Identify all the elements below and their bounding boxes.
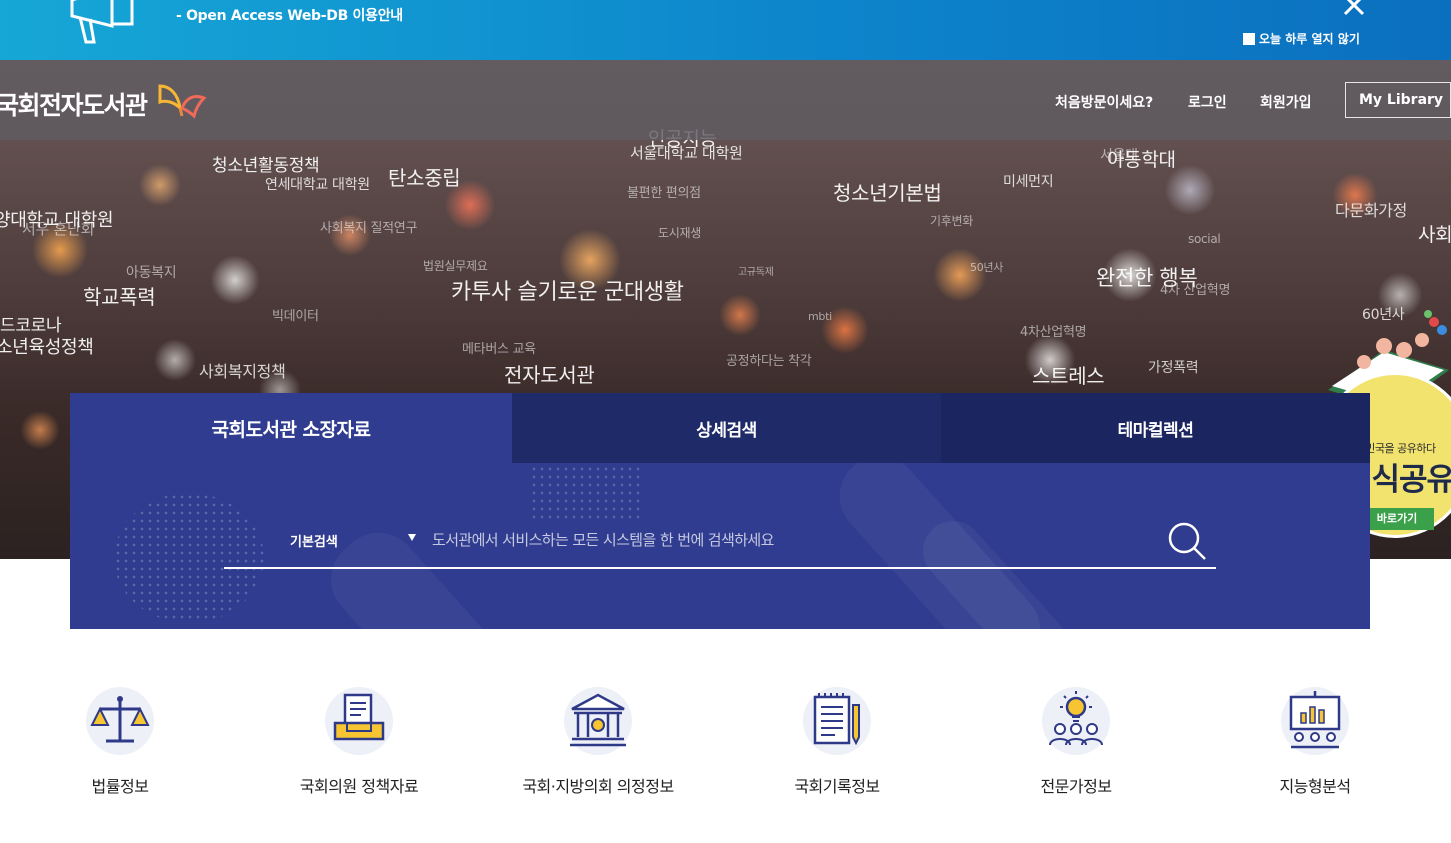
keyword[interactable]: 사회복지 질적연구 [320,217,417,236]
scales-icon [86,687,154,755]
lightbulb-people-icon [1042,687,1110,755]
keyword[interactable]: 다문화가정 [1335,197,1407,221]
keyword[interactable]: 청소년활동정책 [212,151,320,176]
no-more-today-label: 오늘 하루 열지 않기 [1259,32,1360,46]
quick-item-label: 국회기록정보 [794,777,880,796]
presentation-chart-icon [1281,687,1349,755]
keyword[interactable]: 공정하다는 착각 [726,350,812,369]
chevron-down-icon[interactable] [408,534,416,541]
keyword[interactable]: 아동복지 [126,262,177,282]
keyword[interactable]: 스트레스 [1032,360,1105,389]
keyword[interactable]: 빅데이터 [272,305,319,324]
keyword[interactable]: 도시재생 [658,224,701,241]
document-tray-icon [325,687,393,755]
first-visit-link[interactable]: 처음방문이세요? [1055,92,1153,112]
login-link[interactable]: 로그인 [1188,92,1227,112]
keyword[interactable]: 소년육성정책 [0,333,94,359]
search-input[interactable] [430,523,1150,557]
decorative-dots [530,465,640,521]
keyword[interactable]: 법원실무제요 [423,257,488,274]
keyword[interactable]: 탄소중립 [388,162,461,191]
checkbox-icon[interactable] [1243,32,1255,45]
keyword[interactable]: 전자도서관 [504,359,595,388]
quick-item-label: 법률정보 [91,777,149,796]
keyword[interactable]: 불편한 편의점 [627,182,701,201]
keyword[interactable]: mbti [808,310,832,323]
quick-item-label: 국회·지방의회 의정정보 [522,777,674,796]
keyword[interactable]: 카투사 슬기로운 군대생활 [451,274,684,306]
search-tabs: 국회도서관 소장자료 상세검색 테마컬렉션 [70,393,1370,463]
search-type-select[interactable]: 기본검색 [290,531,338,550]
keyword[interactable]: 서울대학교 대학원 [630,142,743,163]
no-more-today-checkbox[interactable]: 오늘 하루 열지 않기 [1243,30,1360,47]
search-panel: 국회도서관 소장자료 상세검색 테마컬렉션 기본검색 [70,393,1370,629]
quick-item-label: 국회의원 정책자료 [299,777,419,796]
keyword[interactable]: 메타버스 교육 [462,338,536,357]
badge-go-button[interactable]: 바로가기 [1360,508,1434,530]
megaphone-icon [70,0,134,44]
keyword[interactable]: 학교폭력 [83,281,156,310]
keyword[interactable]: 4차산업혁명 [1020,321,1087,340]
book-logo-icon[interactable] [156,82,208,120]
notice-banner: - Open Access Web-DB 이용안내 오늘 하루 열지 않기 [0,0,1451,60]
keyword[interactable]: 미세먼지 [1003,171,1054,191]
keyword[interactable]: 서우 혼난회 [22,218,94,239]
keyword[interactable]: 사회복지정책 [199,358,286,382]
keyword[interactable]: 청소년기본법 [833,177,942,206]
signup-link[interactable]: 회원가입 [1260,92,1312,112]
quick-item-label: 지능형분석 [1279,777,1351,796]
search-underline [224,567,1216,569]
decorative-dots [114,493,264,623]
keyword[interactable]: 기후변화 [930,212,973,229]
notice-text[interactable]: - Open Access Web-DB 이용안내 [176,5,403,25]
keyword[interactable]: 50년사 [970,259,1003,275]
keyword[interactable]: social [1188,232,1221,246]
keyword[interactable]: 4차 산업혁명 [1160,279,1230,298]
keyword[interactable]: 사회 [1418,220,1451,247]
keyword[interactable]: 고규독제 [738,263,774,278]
keyword[interactable]: 연세대학교 대학원 [265,174,370,194]
tab-theme-collection[interactable]: 테마컬렉션 [941,393,1370,463]
search-icon[interactable] [1166,521,1208,561]
site-logo-text[interactable]: 국회전자도서관 [0,86,148,122]
tab-library-holdings[interactable]: 국회도서관 소장자료 [70,393,512,463]
keyword[interactable]: 서울대 [1100,145,1138,165]
close-icon[interactable] [1341,0,1367,18]
building-icon [564,687,632,755]
site-header: 국회전자도서관 처음방문이세요? 로그인 회원가입 My Library [0,60,1451,140]
notepad-icon [803,687,871,755]
quick-item-label: 전문가정보 [1040,777,1112,796]
tab-advanced-search[interactable]: 상세검색 [512,393,941,463]
keyword[interactable]: 가정폭력 [1148,357,1199,377]
quick-menu: 법률정보 국회의원 정책자료 국회·지방의회 의정정보 국회기록정보 전문가정보… [0,685,1451,805]
my-library-button[interactable]: My Library [1345,82,1451,118]
